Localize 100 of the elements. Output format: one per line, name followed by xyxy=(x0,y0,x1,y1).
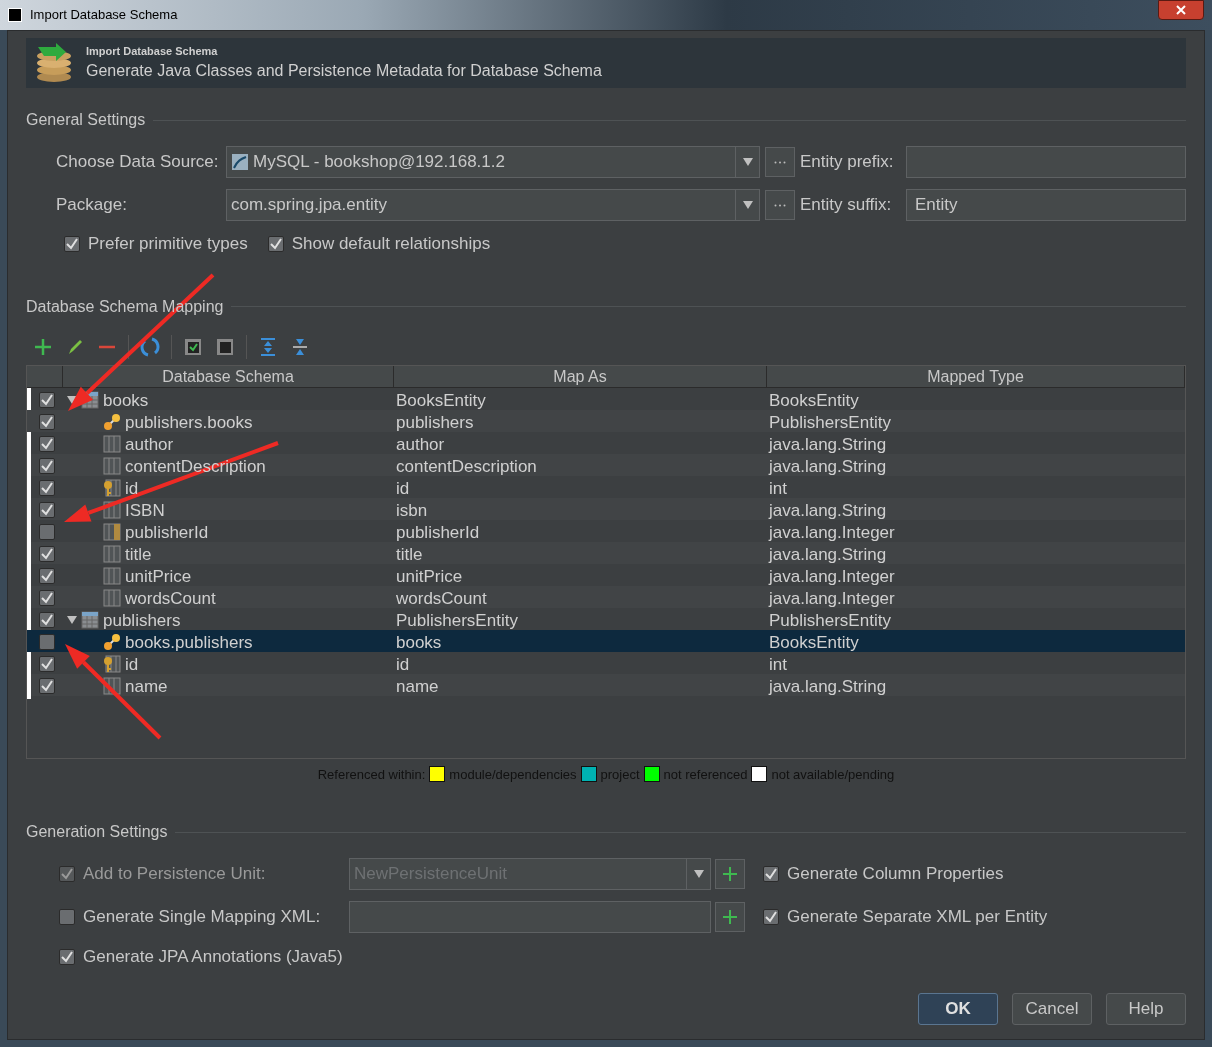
checkbox[interactable] xyxy=(39,590,55,607)
checkbox[interactable] xyxy=(39,634,55,651)
add-button[interactable] xyxy=(715,859,745,889)
table-cell-text: title xyxy=(125,543,152,566)
table-icon xyxy=(81,611,99,630)
table-cell-text: ISBN xyxy=(125,499,165,522)
checkbox[interactable] xyxy=(59,909,75,925)
table-row[interactable]: ISBN isbn java.lang.String xyxy=(27,497,1185,520)
column-header[interactable]: Database Schema xyxy=(63,365,394,388)
table-cell-text: BooksEntity xyxy=(768,631,860,654)
checkbox[interactable] xyxy=(763,866,779,882)
field-label: Package: xyxy=(56,194,128,217)
package-dropdown[interactable]: com.spring.jpa.entity xyxy=(226,189,760,221)
header-subtitle: Generate Java Classes and Persistence Metadata for Database Schema xyxy=(86,61,602,82)
table-cell-text: int xyxy=(768,477,788,500)
table-row[interactable]: title title java.lang.String xyxy=(27,541,1185,564)
checkbox[interactable] xyxy=(763,909,779,925)
column-icon xyxy=(103,589,121,608)
key-icon xyxy=(103,479,121,498)
checkbox[interactable] xyxy=(39,656,55,673)
section-title: Generation Settings xyxy=(26,822,168,842)
entity-suffix-field[interactable]: Entity xyxy=(906,189,1186,221)
column-icon xyxy=(103,545,121,564)
plus-icon xyxy=(722,909,738,925)
table-row[interactable]: books.publishers books BooksEntity xyxy=(27,629,1185,652)
link-icon xyxy=(103,413,121,432)
table-cell-text: publishers xyxy=(395,411,475,434)
checkbox[interactable] xyxy=(39,436,55,453)
checkbox[interactable] xyxy=(39,524,55,541)
field-label: Entity suffix: xyxy=(800,194,893,217)
data-source-dropdown[interactable]: MySQL - bookshop@192.168.1.2 xyxy=(226,146,760,178)
table-cell-text: name xyxy=(125,675,168,698)
table-row[interactable]: wordsCount wordsCount java.lang.Integer xyxy=(27,585,1185,608)
table-cell-text: title xyxy=(395,543,424,566)
checkbox-label: Generate Single Mapping XML: xyxy=(83,906,321,929)
column-icon xyxy=(103,435,121,454)
link-icon xyxy=(103,633,121,652)
table-cell-text: id xyxy=(395,653,411,676)
checkbox[interactable] xyxy=(64,235,80,252)
checkbox[interactable] xyxy=(39,568,55,585)
key-icon xyxy=(103,655,121,674)
table-cell-text: BooksEntity xyxy=(395,389,487,412)
refresh-icon[interactable] xyxy=(139,335,161,358)
table-cell-text: id xyxy=(125,653,139,676)
table-cell-text: wordsCount xyxy=(395,587,488,610)
caret-icon xyxy=(742,158,753,166)
table-cell-text: author xyxy=(125,433,174,456)
column-header[interactable]: Map As xyxy=(394,365,767,388)
table-row[interactable]: name name java.lang.String xyxy=(27,673,1185,696)
table-cell-text: publisherId xyxy=(395,521,481,544)
caret-icon xyxy=(742,201,753,209)
checkbox-label: Show default relationships xyxy=(291,233,491,255)
database-icon xyxy=(231,153,249,171)
checkbox[interactable] xyxy=(59,948,75,965)
checkbox[interactable] xyxy=(39,502,55,519)
table-cell-text: unitPrice xyxy=(395,565,464,588)
mapping-xml-field[interactable] xyxy=(349,901,711,933)
column-icon xyxy=(103,457,121,476)
close-icon xyxy=(1176,5,1186,15)
ellipsis-icon xyxy=(774,203,786,207)
table-cell-text: publisherId xyxy=(125,521,209,544)
checkbox[interactable] xyxy=(39,678,55,695)
close-button[interactable] xyxy=(1158,0,1204,20)
dialog-button[interactable]: Cancel xyxy=(1012,993,1092,1025)
table-cell-text: publishers xyxy=(103,609,181,632)
dialog-button[interactable]: Help xyxy=(1106,993,1186,1025)
table-cell-text: name xyxy=(395,675,440,698)
checkbox[interactable] xyxy=(39,480,55,497)
table-cell-text: PublishersEntity xyxy=(768,609,892,632)
caret-icon xyxy=(693,870,704,878)
table-cell-text: publishers.books xyxy=(125,411,253,434)
field-label: Choose Data Source: xyxy=(56,151,220,174)
checkbox[interactable] xyxy=(39,458,55,475)
section-title: General Settings xyxy=(26,110,146,130)
expand-arrow-icon[interactable] xyxy=(67,615,77,626)
checkbox[interactable] xyxy=(39,546,55,563)
column-icon xyxy=(103,567,121,586)
checkbox[interactable] xyxy=(39,414,55,431)
table-cell-text: author xyxy=(395,433,446,456)
app-icon xyxy=(8,8,22,22)
database-import-icon xyxy=(34,43,74,83)
checkbox[interactable] xyxy=(267,235,284,252)
checkbox-label: Generate JPA Annotations (Java5) xyxy=(83,946,343,968)
table-row[interactable]: publishers.books publishers PublishersEntity xyxy=(27,409,1185,432)
table-cell-text: unitPrice xyxy=(125,565,192,588)
table-cell-text: java.lang.String xyxy=(767,433,888,456)
checkbox[interactable] xyxy=(39,612,55,629)
table-cell-text: PublishersEntity xyxy=(395,609,519,632)
combo-value: com.spring.jpa.entity xyxy=(231,194,387,217)
plus-icon xyxy=(722,866,738,882)
column-header[interactable]: Mapped Type xyxy=(767,365,1185,388)
table-cell-text: id xyxy=(125,477,139,500)
table-cell-text: books xyxy=(395,631,443,654)
checkbox[interactable] xyxy=(39,392,55,409)
table-cell-text: int xyxy=(768,653,788,676)
column-icon xyxy=(103,523,121,542)
add-button[interactable] xyxy=(715,902,745,932)
dialog-button[interactable]: OK xyxy=(918,993,998,1025)
table-cell-text: java.lang.String xyxy=(767,499,888,522)
entity-prefix-field[interactable] xyxy=(906,146,1186,178)
